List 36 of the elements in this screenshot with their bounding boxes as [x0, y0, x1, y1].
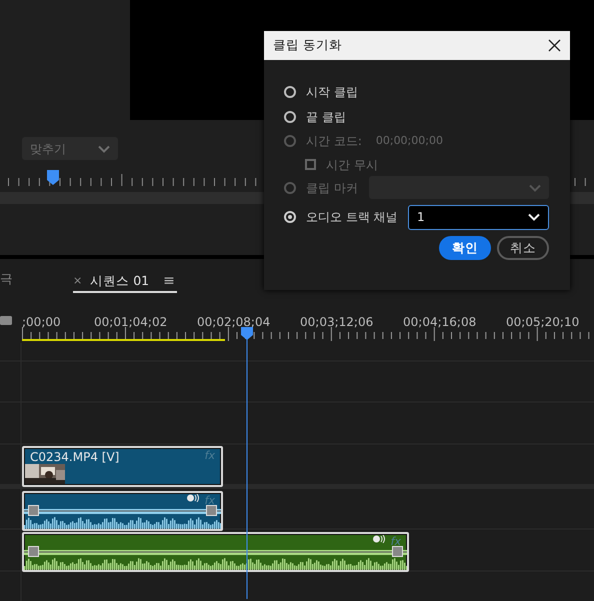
dialog-title: 클립 동기화: [273, 36, 342, 54]
chevron-down-icon: [529, 184, 541, 192]
timecode-label: 00;05;20;10: [506, 314, 580, 331]
timecode-label: 00;01;04;02: [94, 314, 168, 331]
radio-button[interactable]: [284, 110, 296, 123]
sequence-tab[interactable]: 극: [0, 270, 13, 288]
captions-icon: [0, 316, 12, 325]
timecode-label: 00;04;16;08: [403, 314, 476, 331]
option-label: 시간 코드:: [306, 133, 362, 150]
option-label: 클립 마커: [306, 180, 358, 197]
speaker-icon: [187, 494, 199, 502]
fx-label: fx: [390, 534, 401, 550]
cancel-button[interactable]: 취소: [497, 236, 549, 260]
radio-button[interactable]: [284, 86, 296, 98]
timecode-label: 00;03;12;06: [300, 314, 374, 331]
chevron-down-icon: [528, 213, 540, 221]
speaker-icon: [373, 535, 385, 543]
chevron-down-icon: [98, 144, 110, 152]
option-label: 끝 클립: [306, 108, 346, 126]
menu-button[interactable]: ≡: [163, 270, 175, 292]
tab-close-button[interactable]: ×: [73, 272, 82, 290]
playhead-icon: [47, 170, 59, 186]
clip-name: C0234.MP4 [V]: [30, 449, 120, 466]
option-label: 시작 클립: [306, 84, 358, 102]
timecode-value: 00;00;00;00: [376, 133, 443, 149]
option-label: 오디오 트랙 채널: [306, 209, 398, 226]
timecode-label: ;00;00: [22, 314, 61, 331]
radio-button[interactable]: [284, 211, 296, 223]
option-label: 시간 무시: [326, 156, 378, 174]
fx-label: fx: [204, 448, 215, 464]
timecode-label: 00;02;08;04: [197, 314, 270, 331]
sequence-tab[interactable]: 시퀀스 01: [90, 272, 150, 290]
channel-dropdown[interactable]: 1: [408, 204, 549, 230]
ok-button[interactable]: 확인: [439, 236, 491, 260]
close-button[interactable]: [548, 39, 561, 52]
fx-label: fx: [204, 493, 215, 509]
